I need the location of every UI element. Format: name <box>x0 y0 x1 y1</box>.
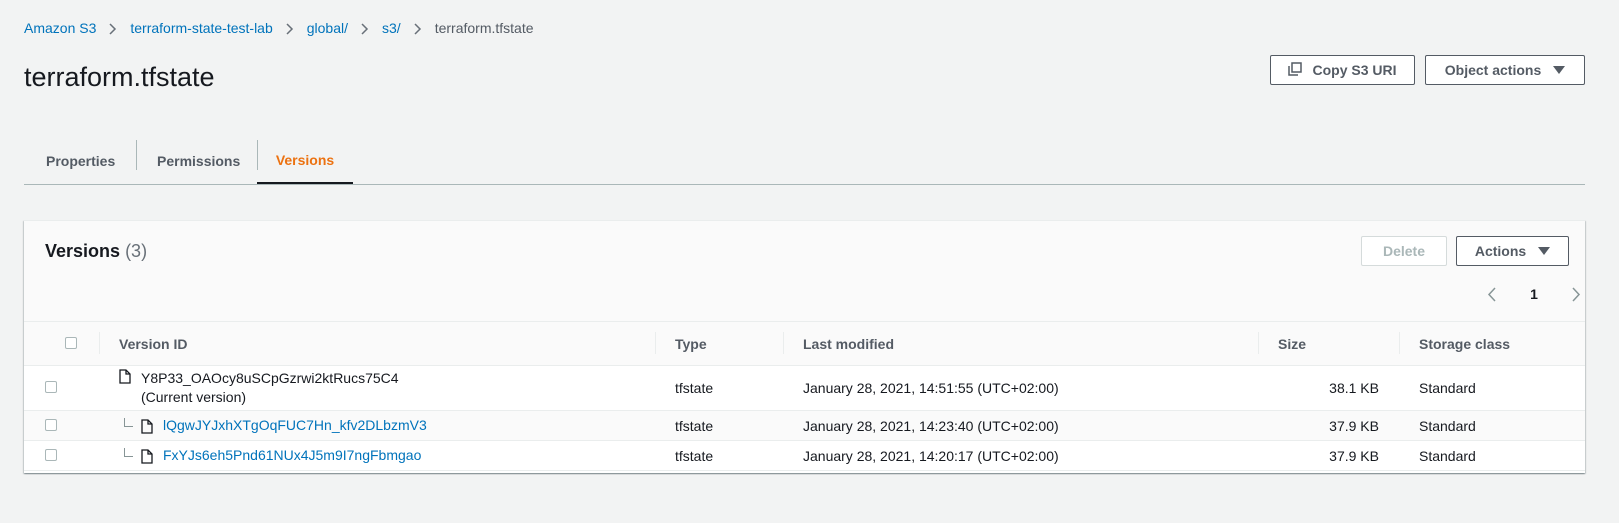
tree-branch-icon <box>124 418 133 428</box>
chevron-right-icon <box>273 20 307 36</box>
row-checkbox-cell <box>24 440 99 471</box>
pagination: 1 <box>1487 282 1581 306</box>
version-id-link[interactable]: lQgwJYJxhXTgOqFUC7Hn_kfv2DLbzmV3 <box>163 417 427 433</box>
type-cell: tfstate <box>655 365 783 411</box>
versions-table: Version ID Type Last modified Size Stora… <box>24 322 1585 471</box>
page-title: terraform.tfstate <box>24 62 215 92</box>
tab-properties[interactable]: Properties <box>24 138 136 184</box>
select-all-checkbox[interactable] <box>65 336 77 349</box>
breadcrumb-current: terraform.tfstate <box>434 20 534 36</box>
previous-page-icon[interactable] <box>1487 286 1496 302</box>
column-type[interactable]: Type <box>655 322 783 366</box>
current-version-note: (Current version) <box>141 389 247 405</box>
tab-label: Permissions <box>157 153 241 169</box>
row-checkbox-cell <box>24 410 99 441</box>
breadcrumb-folder-global[interactable]: global/ <box>307 20 348 36</box>
size-cell: 37.9 KB <box>1258 440 1399 471</box>
file-icon <box>119 369 131 387</box>
table-row: Y8P33_OAOcy8uSCpGzrwi2ktRucs75C4 (Curren… <box>24 365 1585 411</box>
versions-title: Versions <box>45 241 121 261</box>
version-id-cell: Y8P33_OAOcy8uSCpGzrwi2ktRucs75C4 (Curren… <box>99 365 655 411</box>
delete-button[interactable]: Delete <box>1361 236 1447 266</box>
delete-label: Delete <box>1382 243 1426 259</box>
version-id-link[interactable]: FxYJs6eh5Pnd61NUx4J5m9I7ngFbmgao <box>163 447 421 463</box>
version-id: Y8P33_OAOcy8uSCpGzrwi2ktRucs75C4 <box>141 370 399 386</box>
version-id-cell: FxYJs6eh5Pnd61NUx4J5m9I7ngFbmgao <box>99 440 655 471</box>
last-modified-cell: January 28, 2021, 14:23:40 (UTC+02:00) <box>783 410 1258 441</box>
storage-class-cell: Standard <box>1399 440 1585 471</box>
table-header-row: Version ID Type Last modified Size Stora… <box>24 322 1585 366</box>
versions-heading: Versions (3) <box>45 241 147 262</box>
version-id-cell: lQgwJYJxhXTgOqFUC7Hn_kfv2DLbzmV3 <box>99 410 655 441</box>
breadcrumb-bucket[interactable]: terraform-state-test-lab <box>130 20 272 36</box>
object-actions-button[interactable]: Object actions <box>1425 55 1585 85</box>
breadcrumb-amazon-s3[interactable]: Amazon S3 <box>24 20 96 36</box>
chevron-right-icon <box>401 20 435 36</box>
file-icon <box>141 417 153 434</box>
versions-panel-header: Versions (3) Delete Actions 1 <box>24 221 1585 322</box>
caret-down-icon <box>1553 66 1566 74</box>
column-last-modified[interactable]: Last modified <box>783 322 1258 366</box>
versions-count: (3) <box>125 241 148 261</box>
column-version-id[interactable]: Version ID <box>99 322 655 366</box>
table-row: lQgwJYJxhXTgOqFUC7Hn_kfv2DLbzmV3 tfstate… <box>24 410 1585 441</box>
row-checkbox[interactable] <box>45 381 57 393</box>
table-row: FxYJs6eh5Pnd61NUx4J5m9I7ngFbmgao tfstate… <box>24 440 1585 471</box>
size-cell: 38.1 KB <box>1258 365 1399 411</box>
breadcrumb-folder-s3[interactable]: s3/ <box>382 20 401 36</box>
row-checkbox[interactable] <box>45 448 57 461</box>
tab-label: Versions <box>275 152 335 168</box>
row-checkbox[interactable] <box>45 418 57 431</box>
row-checkbox-cell <box>24 365 99 411</box>
caret-down-icon <box>1538 247 1551 255</box>
chevron-right-icon <box>348 20 382 36</box>
last-modified-cell: January 28, 2021, 14:20:17 (UTC+02:00) <box>783 440 1258 471</box>
copy-s3-uri-button[interactable]: Copy S3 URI <box>1270 55 1415 85</box>
tab-bar: Properties Permissions Versions <box>24 138 1585 185</box>
tab-label: Properties <box>46 153 116 169</box>
actions-button[interactable]: Actions <box>1456 236 1569 266</box>
chevron-right-icon <box>96 20 130 36</box>
actions-label: Actions <box>1474 243 1527 259</box>
storage-class-cell: Standard <box>1399 365 1585 411</box>
breadcrumb: Amazon S3 terraform-state-test-lab globa… <box>24 20 534 36</box>
file-icon <box>141 447 153 464</box>
copy-icon <box>1288 61 1303 79</box>
size-cell: 37.9 KB <box>1258 410 1399 441</box>
column-storage-class[interactable]: Storage class <box>1399 322 1585 366</box>
select-all-header <box>24 322 99 366</box>
versions-panel: Versions (3) Delete Actions 1 Version ID… <box>24 220 1585 473</box>
tab-versions[interactable]: Versions <box>257 138 353 184</box>
page-number[interactable]: 1 <box>1530 286 1538 302</box>
tab-permissions[interactable]: Permissions <box>136 138 257 184</box>
column-size[interactable]: Size <box>1258 322 1399 366</box>
copy-s3-uri-label: Copy S3 URI <box>1312 62 1397 78</box>
type-cell: tfstate <box>655 440 783 471</box>
storage-class-cell: Standard <box>1399 410 1585 441</box>
next-page-icon[interactable] <box>1572 286 1581 302</box>
object-actions-label: Object actions <box>1444 62 1542 78</box>
last-modified-cell: January 28, 2021, 14:51:55 (UTC+02:00) <box>783 365 1258 411</box>
tree-branch-icon <box>124 448 133 458</box>
type-cell: tfstate <box>655 410 783 441</box>
